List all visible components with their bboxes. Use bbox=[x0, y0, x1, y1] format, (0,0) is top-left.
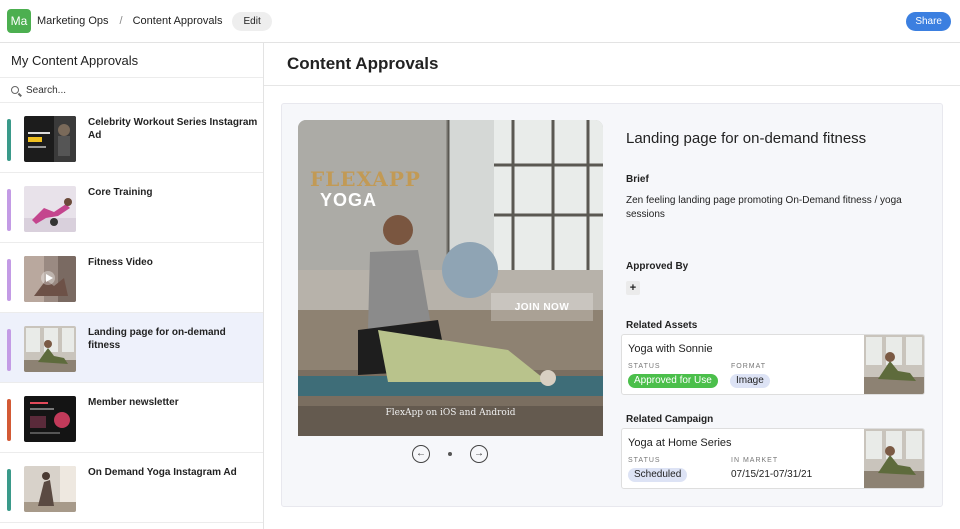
related-campaign-label: Related Campaign bbox=[626, 414, 714, 425]
search-input[interactable] bbox=[26, 84, 226, 96]
workspace-initials: Ma bbox=[10, 14, 28, 28]
list-item[interactable]: Member newsletter bbox=[0, 383, 263, 453]
thumbnail-image bbox=[24, 186, 76, 232]
brief-label: Brief bbox=[626, 174, 649, 185]
next-button[interactable]: → bbox=[470, 445, 488, 463]
hero-brand-subtext: YOGA bbox=[320, 190, 378, 210]
edit-button[interactable]: Edit bbox=[232, 11, 272, 31]
list-item-title: Fitness Video bbox=[88, 257, 153, 268]
breadcrumb[interactable]: Content Approvals bbox=[133, 15, 223, 27]
format-key: FORMAT bbox=[731, 363, 767, 370]
list-item-title: Member newsletter bbox=[88, 397, 179, 408]
workspace-name[interactable]: Marketing Ops bbox=[37, 15, 109, 27]
carousel-dot[interactable] bbox=[448, 452, 452, 456]
in-market-dates: 07/15/21-07/31/21 bbox=[731, 469, 813, 480]
list-item[interactable]: Fitness Video bbox=[0, 243, 263, 313]
status-key: STATUS bbox=[628, 457, 661, 464]
status-badge: Scheduled bbox=[628, 468, 688, 482]
hero-footer-text: FlexApp on iOS and Android bbox=[385, 408, 516, 418]
status-accent-bar bbox=[7, 399, 11, 441]
list-item[interactable]: Celebrity Workout Series Instagram Ad bbox=[0, 103, 263, 173]
related-asset-card[interactable]: Yoga with Sonnie STATUS Approved for Use… bbox=[621, 334, 925, 395]
status-accent-bar bbox=[7, 329, 11, 371]
page-title: Content Approvals bbox=[287, 54, 439, 73]
arrow-left-icon: ← bbox=[416, 448, 426, 459]
list-item-title: Core Training bbox=[88, 187, 153, 198]
carousel-controls: ← → bbox=[412, 445, 490, 463]
hero-brand-text: FLEXAPP bbox=[310, 167, 421, 191]
plus-icon: + bbox=[629, 282, 637, 294]
previous-button[interactable]: ← bbox=[412, 445, 430, 463]
asset-name: Yoga with Sonnie bbox=[628, 343, 713, 355]
list-item[interactable]: On Demand Yoga Instagram Ad bbox=[0, 453, 263, 523]
approved-by-label: Approved By bbox=[626, 261, 689, 272]
sidebar-title: My Content Approvals bbox=[0, 43, 263, 78]
status-accent-bar bbox=[7, 259, 11, 301]
content-title: Landing page for on-demand fitness bbox=[626, 130, 867, 147]
hero-cta-text: JOIN NOW bbox=[491, 293, 593, 321]
brief-text: Zen feeling landing page promoting On-De… bbox=[626, 195, 902, 220]
search-bar[interactable] bbox=[0, 78, 263, 103]
arrow-right-icon: → bbox=[474, 448, 484, 459]
add-approver-button[interactable]: + bbox=[626, 281, 640, 295]
thumbnail-image bbox=[24, 326, 76, 372]
related-assets-label: Related Assets bbox=[626, 320, 698, 331]
thumbnail-image bbox=[24, 396, 76, 442]
campaign-name: Yoga at Home Series bbox=[628, 437, 732, 449]
sidebar: My Content Approvals Celebrity Workout S… bbox=[0, 43, 264, 529]
list-item[interactable]: Core Training bbox=[0, 173, 263, 243]
list-item-selected[interactable]: Landing page for on-demand fitness bbox=[0, 313, 263, 383]
status-accent-bar bbox=[7, 119, 11, 161]
list-item-title: Landing page for on-demand fitness bbox=[88, 327, 226, 351]
status-badge: Approved for Use bbox=[628, 374, 718, 388]
asset-thumbnail bbox=[864, 335, 924, 394]
thumbnail-video bbox=[24, 256, 76, 302]
thumbnail-image bbox=[24, 116, 76, 162]
list-item-title: Celebrity Workout Series Instagram Ad bbox=[88, 117, 258, 141]
status-key: STATUS bbox=[628, 363, 661, 370]
divider bbox=[264, 85, 960, 86]
breadcrumb-separator: / bbox=[119, 15, 123, 27]
share-button[interactable]: Share bbox=[906, 12, 951, 31]
search-icon bbox=[11, 86, 19, 94]
format-badge: Image bbox=[730, 374, 770, 388]
campaign-thumbnail bbox=[864, 429, 924, 488]
thumbnail-image bbox=[24, 466, 76, 512]
in-market-key: IN MARKET bbox=[731, 457, 779, 464]
related-campaign-card[interactable]: Yoga at Home Series STATUS Scheduled IN … bbox=[621, 428, 925, 489]
list-item-title: On Demand Yoga Instagram Ad bbox=[88, 467, 237, 478]
preview-image[interactable]: FLEXAPP YOGA JOIN NOW FlexApp on iOS and… bbox=[298, 120, 603, 436]
status-accent-bar bbox=[7, 469, 11, 511]
top-bar: Ma Marketing Ops / Content Approvals Edi… bbox=[0, 0, 960, 43]
status-accent-bar bbox=[7, 189, 11, 231]
workspace-logo[interactable]: Ma bbox=[7, 9, 31, 33]
